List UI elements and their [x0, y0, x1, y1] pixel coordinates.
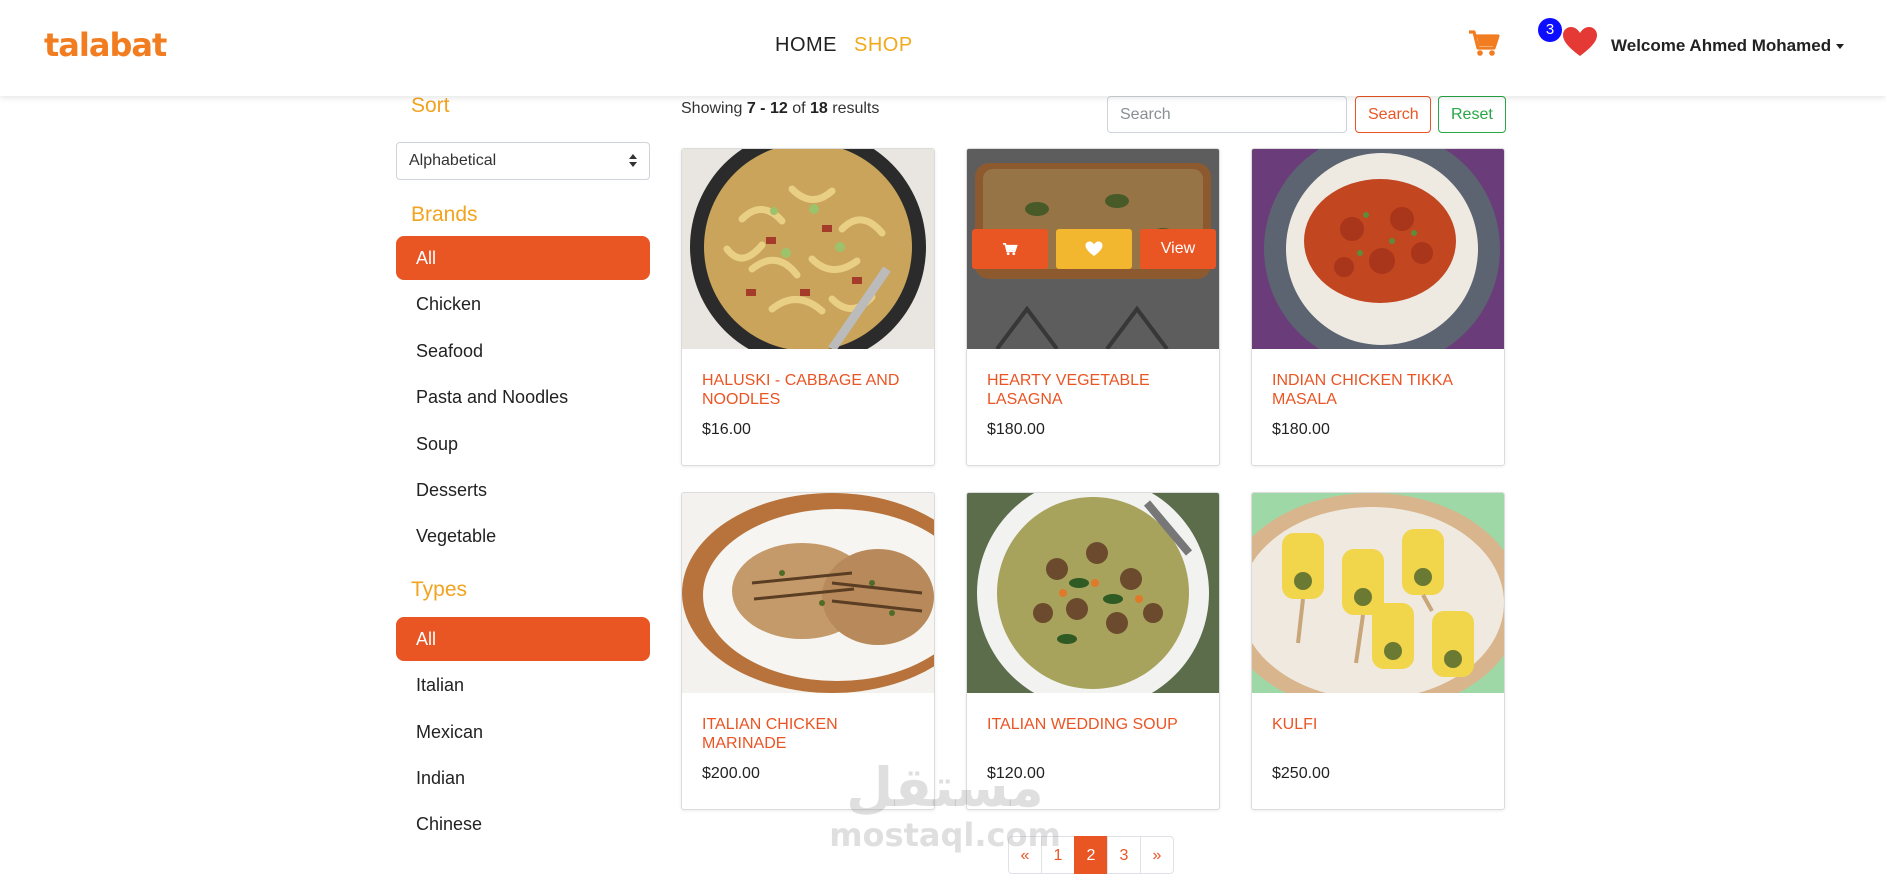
user-dropdown[interactable]: Welcome Ahmed Mohamed: [1611, 36, 1845, 56]
types-heading: Types: [411, 578, 468, 601]
product-name[interactable]: HALUSKI - CABBAGE AND NOODLES: [702, 371, 912, 409]
user-greeting: Welcome Ahmed Mohamed: [1611, 36, 1832, 55]
product-image[interactable]: [1252, 493, 1504, 693]
product-image[interactable]: [682, 149, 934, 349]
product-price: $180.00: [987, 421, 1045, 438]
brand-item-seafood[interactable]: Seafood: [396, 329, 650, 373]
product-image[interactable]: [1252, 149, 1504, 349]
brand-item-pasta[interactable]: Pasta and Noodles: [396, 375, 650, 419]
next-page-button[interactable]: »: [1140, 836, 1174, 874]
product-price: $250.00: [1272, 765, 1330, 782]
view-product-button[interactable]: View: [1140, 229, 1216, 269]
search-button[interactable]: Search: [1355, 96, 1431, 133]
wishlist-count-badge: 3: [1538, 18, 1562, 42]
watermark: مستقل mostaql.com: [826, 756, 1064, 854]
caret-down-icon: [1836, 44, 1845, 50]
wishlist-button[interactable]: 3: [1538, 18, 1598, 62]
results-label: results: [832, 100, 880, 117]
results-summary: Showing 7 - 12 of 18 results: [681, 100, 879, 118]
product-name[interactable]: ITALIAN WEDDING SOUP: [987, 715, 1197, 734]
cart-icon: [1002, 242, 1018, 255]
results-range: 7 - 12: [746, 100, 788, 117]
sort-heading: Sort: [411, 94, 450, 117]
brand-item-soup[interactable]: Soup: [396, 422, 650, 466]
of-label: of: [792, 100, 806, 117]
brand-item-chicken[interactable]: Chicken: [396, 282, 650, 326]
select-arrows-icon: [629, 153, 637, 169]
sort-selected-value: Alphabetical: [409, 152, 497, 169]
brand-item-vegetable[interactable]: Vegetable: [396, 514, 650, 558]
showing-label: Showing: [681, 100, 743, 117]
product-price: $16.00: [702, 421, 751, 438]
product-image[interactable]: [682, 493, 934, 693]
nav-shop-link[interactable]: SHOP: [854, 34, 913, 57]
main-nav: HOME SHOP: [775, 34, 913, 57]
type-item-all[interactable]: All: [396, 617, 650, 661]
heart-icon: [1563, 27, 1597, 56]
product-card[interactable]: HALUSKI - CABBAGE AND NOODLES $16.00: [681, 148, 935, 466]
type-item-indian[interactable]: Indian: [396, 756, 650, 800]
page-link-3[interactable]: 3: [1107, 836, 1141, 874]
add-to-cart-button[interactable]: [972, 229, 1048, 269]
product-image[interactable]: [967, 493, 1219, 693]
product-name[interactable]: INDIAN CHICKEN TIKKA MASALA: [1272, 371, 1482, 409]
product-price: $180.00: [1272, 421, 1330, 438]
reset-button[interactable]: Reset: [1438, 96, 1506, 133]
product-name[interactable]: ITALIAN CHICKEN MARINADE: [702, 715, 912, 753]
top-navbar: talabat HOME SHOP 3 Welcome Ahmed Mohame…: [0, 0, 1886, 96]
type-item-italian[interactable]: Italian: [396, 663, 650, 707]
results-total: 18: [810, 100, 828, 117]
product-card[interactable]: KULFI $250.00: [1251, 492, 1505, 810]
product-card[interactable]: View HEARTY VEGETABLE LASAGNA $180.00: [966, 148, 1220, 466]
type-item-mexican[interactable]: Mexican: [396, 710, 650, 754]
page-link-2[interactable]: 2: [1074, 836, 1108, 874]
product-card[interactable]: INDIAN CHICKEN TIKKA MASALA $180.00: [1251, 148, 1505, 466]
type-item-chinese[interactable]: Chinese: [396, 802, 650, 846]
brand-item-all[interactable]: All: [396, 236, 650, 280]
product-name[interactable]: HEARTY VEGETABLE LASAGNA: [987, 371, 1197, 409]
watermark-arabic: مستقل: [846, 756, 1044, 819]
cart-icon[interactable]: [1467, 26, 1501, 60]
search-input[interactable]: [1107, 96, 1347, 133]
product-name[interactable]: KULFI: [1272, 715, 1482, 734]
heart-icon: [1085, 241, 1103, 256]
brands-heading: Brands: [411, 203, 478, 226]
sort-select[interactable]: Alphabetical: [396, 142, 650, 180]
nav-home-link[interactable]: HOME: [775, 34, 837, 57]
watermark-latin: mostaql.com: [829, 816, 1061, 854]
brand-item-desserts[interactable]: Desserts: [396, 468, 650, 512]
product-price: $200.00: [702, 765, 760, 782]
add-to-wishlist-button[interactable]: [1056, 229, 1132, 269]
brand-logo[interactable]: talabat: [44, 26, 167, 64]
